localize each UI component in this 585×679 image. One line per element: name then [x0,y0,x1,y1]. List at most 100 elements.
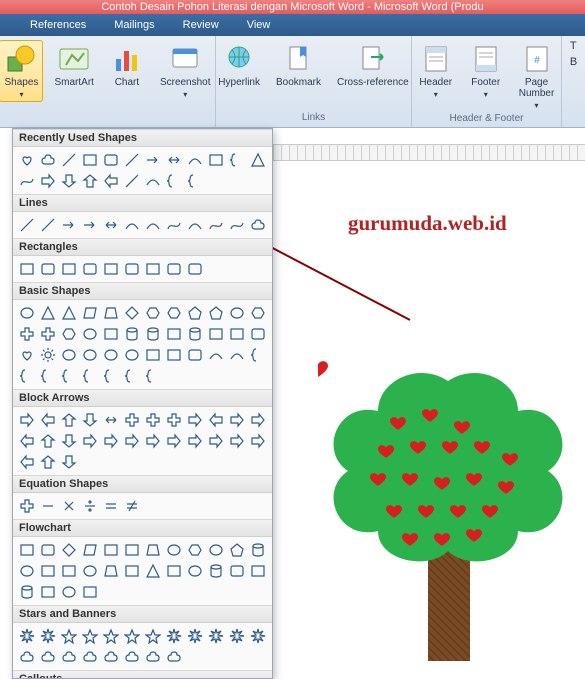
shape-barrow[interactable] [248,431,268,451]
shape-barrow[interactable] [164,431,184,451]
shape-rect[interactable] [101,259,121,279]
shape-barrow[interactable] [227,431,247,451]
shape-rect[interactable] [59,259,79,279]
shape-plus[interactable] [38,324,58,344]
shape-trap[interactable] [143,540,163,560]
shape-heart[interactable] [17,345,37,365]
tree-drawing[interactable] [318,361,578,661]
shape-barrowd[interactable] [59,171,79,191]
shape-rect[interactable] [38,582,58,602]
shape-arrow[interactable] [80,215,100,235]
shape-para[interactable] [80,540,100,560]
bookmark-button[interactable]: Bookmark [271,40,326,91]
shape-curve[interactable] [122,215,142,235]
shape-eq[interactable] [101,496,121,516]
shape-rect[interactable] [164,345,184,365]
shape-rrect[interactable] [185,259,205,279]
shape-barrow[interactable] [38,171,58,191]
shape-brace[interactable] [248,345,268,365]
shape-ellipse[interactable] [17,561,37,581]
shape-tri[interactable] [59,303,79,323]
shape-barrow[interactable] [185,410,205,430]
shape-star[interactable] [80,626,100,646]
shape-plus[interactable] [164,410,184,430]
shape-brace[interactable] [185,171,205,191]
shape-cloud[interactable] [101,647,121,667]
shape-brace[interactable] [122,366,142,386]
shape-brace[interactable] [227,150,247,170]
shape-star[interactable] [59,626,79,646]
shape-arrow[interactable] [59,215,79,235]
shape-barrowu[interactable] [80,171,100,191]
shape-cloud[interactable] [38,647,58,667]
shape-barrow[interactable] [101,431,121,451]
shape-sun[interactable] [38,345,58,365]
shape-free[interactable] [227,215,247,235]
shape-rect[interactable] [122,540,142,560]
shape-curve[interactable] [227,345,247,365]
shape-rect[interactable] [17,259,37,279]
shape-trap[interactable] [101,561,121,581]
shape-para[interactable] [80,303,100,323]
shape-barrow[interactable] [227,410,247,430]
shape-line[interactable] [38,215,58,235]
shape-barrowu[interactable] [38,452,58,472]
shape-ellipse[interactable] [80,345,100,365]
crossreference-button[interactable]: Cross-reference [332,40,414,91]
shape-cloud[interactable] [38,150,58,170]
shape-star[interactable] [143,626,163,646]
shape-barrow[interactable] [185,431,205,451]
shape-rrect[interactable] [227,561,247,581]
shape-barrow[interactable] [122,431,142,451]
shape-rect[interactable] [143,259,163,279]
shape-diamond[interactable] [59,540,79,560]
shape-brace[interactable] [17,366,37,386]
tab-review[interactable]: Review [183,19,219,31]
shape-rect[interactable] [206,150,226,170]
shape-rect[interactable] [101,324,121,344]
shape-free[interactable] [206,215,226,235]
shape-rrect[interactable] [38,259,58,279]
shape-curve[interactable] [143,171,163,191]
shape-curve[interactable] [143,215,163,235]
shape-rect[interactable] [164,324,184,344]
shape-barrowl[interactable] [38,410,58,430]
tab-mailings[interactable]: Mailings [114,19,154,31]
shape-free[interactable] [17,171,37,191]
shape-burst[interactable] [248,626,268,646]
shape-times[interactable] [59,496,79,516]
shape-barrowu[interactable] [59,410,79,430]
shape-ellipse[interactable] [185,561,205,581]
shape-ellipse[interactable] [101,345,121,365]
shape-can[interactable] [185,324,205,344]
shape-barrowl[interactable] [206,410,226,430]
shape-diamond[interactable] [122,303,142,323]
shape-minus[interactable] [38,496,58,516]
shape-hex[interactable] [185,540,205,560]
shape-cloud[interactable] [143,647,163,667]
smartart-button[interactable]: SmartArt [49,40,98,91]
shape-darrow[interactable] [101,215,121,235]
shape-trap[interactable] [101,303,121,323]
shape-star[interactable] [101,626,121,646]
shape-can[interactable] [17,582,37,602]
shape-neq[interactable] [122,496,142,516]
shape-barrowl[interactable] [101,171,121,191]
shape-curve[interactable] [185,150,205,170]
shape-brace[interactable] [101,366,121,386]
shape-tri[interactable] [143,561,163,581]
shape-rect[interactable] [59,561,79,581]
chart-button[interactable]: Chart [105,40,149,91]
shape-barrowd[interactable] [80,410,100,430]
shape-hex[interactable] [164,303,184,323]
shape-cloud[interactable] [17,647,37,667]
shape-rrect[interactable] [122,259,142,279]
shape-rect[interactable] [143,345,163,365]
shape-rect[interactable] [248,561,268,581]
shape-barrowl[interactable] [17,452,37,472]
shape-brace[interactable] [164,171,184,191]
footer-button[interactable]: Footer [464,40,508,102]
shape-plus[interactable] [143,410,163,430]
shape-rrect[interactable] [164,259,184,279]
shape-rect[interactable] [122,561,142,581]
